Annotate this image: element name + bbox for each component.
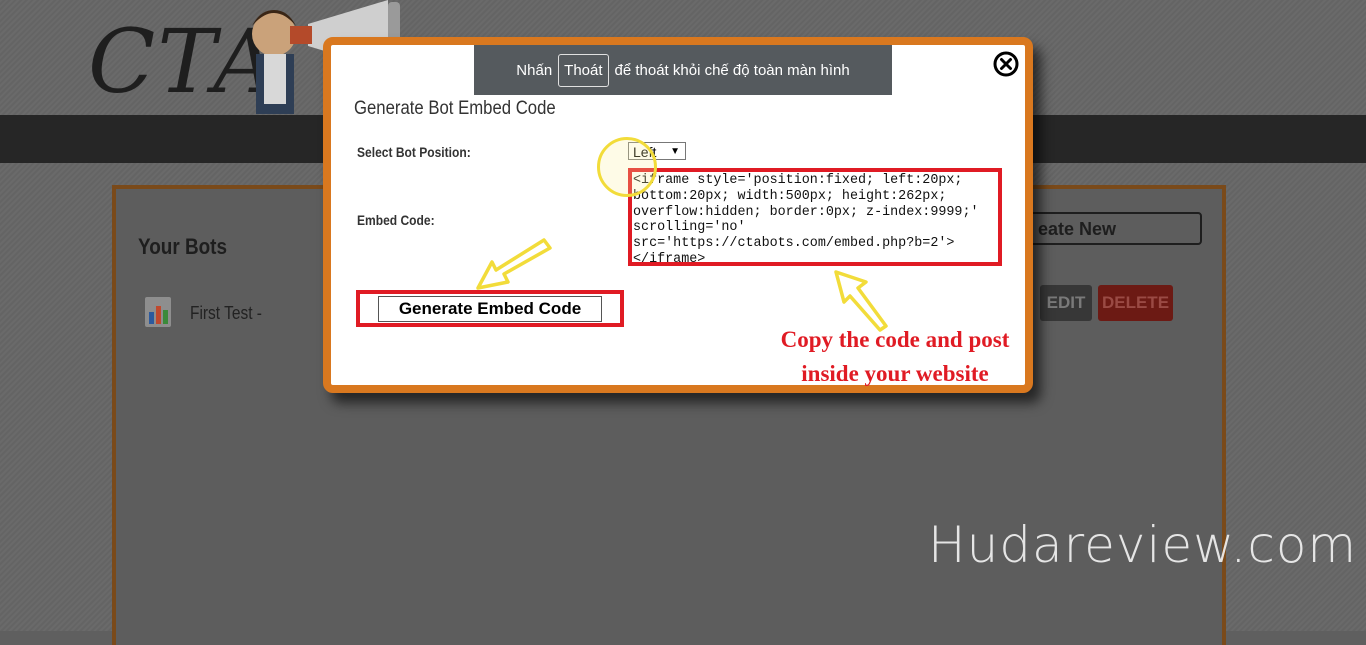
fullscreen-exit-key: Thoát: [558, 53, 609, 87]
fullscreen-banner-suffix: để thoát khỏi chế độ toàn màn hình: [614, 61, 850, 79]
generate-embed-code-button[interactable]: Generate Embed Code: [377, 295, 603, 322]
arrow-annotation-icon: [476, 238, 552, 290]
fullscreen-banner: Nhấn Thoát để thoát khỏi chế độ toàn màn…: [474, 45, 892, 95]
embed-code-textarea[interactable]: <iframe style='position:fixed; left:20px…: [628, 168, 1002, 266]
create-new-button[interactable]: eate New: [1004, 212, 1202, 245]
watermark: Hudareview.com: [928, 516, 1358, 574]
bot-position-label: Select Bot Position:: [357, 144, 471, 160]
generate-embed-code-highlight: Generate Embed Code: [356, 290, 624, 327]
annotation-line-1: Copy the code and post: [780, 327, 1010, 352]
modal-title: Generate Bot Embed Code: [354, 98, 556, 119]
annotation-line-2: inside your website: [801, 361, 989, 386]
close-icon[interactable]: [993, 51, 1019, 77]
fullscreen-banner-prefix: Nhấn: [516, 61, 553, 79]
chart-document-icon: [145, 297, 171, 327]
delete-button[interactable]: DELETE: [1098, 285, 1173, 321]
panel-title: Your Bots: [138, 234, 227, 259]
bot-name[interactable]: First Test -: [190, 303, 262, 324]
instruction-annotation: Copy the code and post inside your websi…: [748, 323, 1042, 391]
edit-button[interactable]: EDIT: [1040, 285, 1092, 321]
embed-code-label: Embed Code:: [357, 212, 435, 228]
cursor-highlight: [597, 137, 657, 197]
chevron-down-icon: ▼: [670, 146, 680, 157]
